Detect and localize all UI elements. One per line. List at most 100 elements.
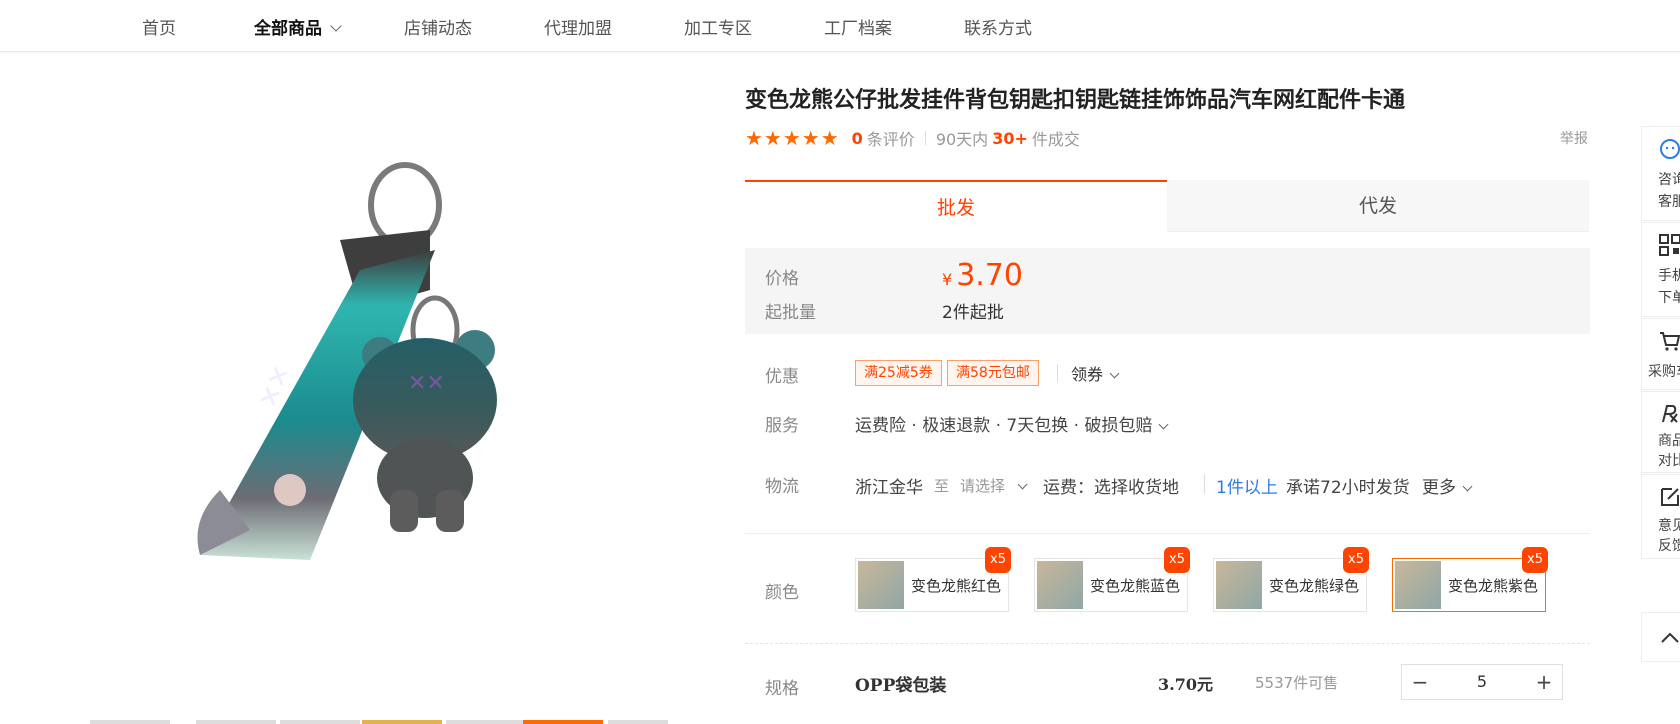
sidebar-label: 咨询 [1658, 172, 1680, 188]
nav-all-products-label: 全部商品 [254, 19, 322, 39]
nav-factory[interactable]: 工厂档案 [824, 14, 892, 39]
cart-icon [1660, 332, 1680, 351]
color-name: 变色龙熊绿色 [1269, 577, 1360, 595]
edit-icon [1661, 488, 1679, 506]
currency-symbol: ¥ [942, 270, 953, 289]
sidebar-item-feedback[interactable]: 意见 反馈 [1641, 474, 1680, 559]
service-label: 服务 [765, 416, 799, 436]
color-option-selected[interactable]: 变色龙熊紫色 x5 [1392, 547, 1548, 612]
quantity-input[interactable]: 5 [1438, 665, 1526, 699]
top-nav: 首页 全部商品 店铺动态 代理加盟 加工专区 工厂档案 联系方式 [0, 0, 1680, 52]
service-list[interactable]: 运费险 · 极速退款 · 7天包换 · 破损包赔 [855, 411, 1169, 436]
spec-label: 规格 [765, 679, 799, 699]
ship-to-label: 至 [934, 477, 950, 495]
spec-stock: 5537件可售 [1255, 674, 1339, 692]
moq-label: 起批量 [765, 303, 816, 323]
nav-all-products[interactable]: 全部商品 [254, 14, 342, 39]
thumbnail[interactable] [608, 720, 668, 724]
sales-prefix: 90天内 [935, 130, 989, 149]
color-option[interactable]: 变色龙熊蓝色 x5 [1034, 547, 1190, 612]
chevron-up-icon [1661, 632, 1679, 643]
thumbnail-selected[interactable] [523, 720, 603, 724]
nav-contact[interactable]: 联系方式 [964, 14, 1032, 39]
nav-processing[interactable]: 加工专区 [684, 14, 752, 39]
spec-name: OPP袋包装 [855, 676, 947, 696]
divider [1204, 474, 1205, 494]
shipping-promise: 承诺72小时发货 [1286, 478, 1410, 498]
coupon-badge[interactable]: 满58元包邮 [947, 360, 1039, 386]
purchase-tabs: 批发 代发 [745, 180, 1590, 232]
moq-value: 2件起批 [942, 303, 1004, 323]
color-option[interactable]: 变色龙熊绿色 x5 [1213, 547, 1369, 612]
coupon-badge[interactable]: 满25减5券 [855, 360, 942, 386]
sidebar-label: 客服 [1658, 194, 1680, 210]
get-coupon-button[interactable]: 领券 [1071, 361, 1120, 385]
get-coupon-label: 领券 [1071, 365, 1104, 384]
quantity-badge: x5 [985, 547, 1011, 573]
rating-row: ★★★★★ 0 条评价 90天内 30+ 件成交 [745, 126, 1080, 150]
thumbnail[interactable] [362, 720, 442, 724]
nav-home[interactable]: 首页 [142, 14, 176, 39]
destination-select-text: 请选择 [960, 477, 1006, 495]
divider [745, 643, 1590, 644]
sidebar-label: 采购车 [1648, 364, 1680, 380]
qr-code-icon [1659, 234, 1680, 256]
thumbnail[interactable] [196, 720, 276, 724]
more-label: 更多 [1422, 478, 1456, 498]
offers-label: 优惠 [765, 367, 799, 387]
product-image[interactable]: ✕✕ ✕✕ [180, 160, 520, 620]
color-thumbnail [1395, 561, 1441, 609]
thumbnail[interactable] [446, 720, 526, 724]
color-label: 颜色 [765, 583, 799, 603]
increment-button[interactable]: + [1526, 665, 1562, 699]
freight-text[interactable]: 运费：选择收货地 [1043, 473, 1179, 498]
product-title: 变色龙熊公仔批发挂件背包钥匙扣钥匙链挂饰饰品汽车网红配件卡通 [745, 87, 1406, 113]
sidebar-label: 反馈 [1658, 538, 1680, 554]
color-name: 变色龙熊紫色 [1448, 577, 1539, 595]
sidebar-item-consult[interactable]: 咨询 客服 [1641, 126, 1680, 221]
price-box: 价格 ¥3.70 起批量 2件起批 [745, 248, 1590, 334]
quantity-stepper: − 5 + [1401, 664, 1563, 700]
sidebar-item-compare[interactable]: 商品 对比 [1641, 391, 1680, 473]
nav-store-news[interactable]: 店铺动态 [404, 14, 472, 39]
more-logistics-button[interactable]: 更多 [1422, 473, 1473, 498]
chevron-down-icon [1159, 419, 1169, 430]
color-thumbnail [1037, 561, 1083, 609]
color-name: 变色龙熊蓝色 [1090, 577, 1181, 595]
sidebar-label: 下单 [1658, 290, 1680, 306]
sidebar-item-mobile-order[interactable]: 手机 下单 [1641, 222, 1680, 317]
divider [924, 131, 926, 145]
divider [745, 533, 1590, 534]
compare-icon [1662, 405, 1678, 423]
destination-select[interactable]: 请选择 [960, 475, 1028, 496]
sidebar-label: 意见 [1658, 518, 1680, 534]
color-thumbnail [858, 561, 904, 609]
thumbnail[interactable] [90, 720, 170, 724]
thumbnail[interactable] [280, 720, 360, 724]
chevron-down-icon [330, 20, 342, 32]
service-text: 运费险 · 极速退款 · 7天包换 · 破损包赔 [855, 416, 1153, 436]
star-rating-icon: ★★★★★ [745, 126, 840, 150]
quantity-rule: 1件以上 [1216, 478, 1278, 498]
spec-price: 3.70元 [1158, 675, 1213, 694]
back-to-top-button[interactable] [1641, 612, 1680, 662]
chat-icon [1660, 139, 1680, 159]
svg-text:✕✕: ✕✕ [408, 371, 445, 396]
price: ¥3.70 [942, 258, 1023, 293]
chevron-down-icon [1109, 368, 1120, 379]
review-label[interactable]: 条评价 [867, 126, 915, 150]
report-link[interactable]: 举报 [1560, 128, 1588, 148]
review-count[interactable]: 0 [852, 129, 863, 148]
sales-count: 30+ [992, 128, 1028, 148]
sidebar-label: 手机 [1658, 268, 1680, 284]
tab-wholesale[interactable]: 批发 [745, 180, 1167, 232]
nav-agency[interactable]: 代理加盟 [544, 14, 612, 39]
quantity-badge: x5 [1522, 547, 1548, 573]
sidebar-label: 对比 [1658, 453, 1680, 469]
sidebar-item-cart[interactable]: 采购车 [1641, 318, 1680, 390]
tab-dropship[interactable]: 代发 [1167, 180, 1589, 232]
chevron-down-icon [1462, 481, 1473, 492]
quantity-badge: x5 [1343, 547, 1369, 573]
color-option[interactable]: 变色龙熊红色 x5 [855, 547, 1011, 612]
decrement-button[interactable]: − [1402, 665, 1438, 699]
